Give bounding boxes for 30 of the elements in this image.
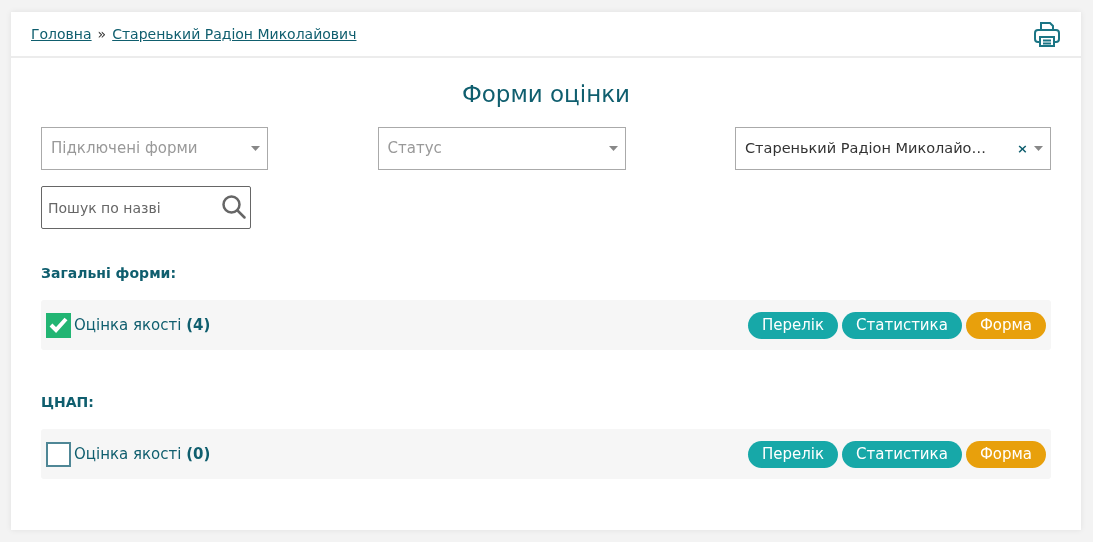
select-placeholder: Підключені форми — [51, 138, 199, 160]
action-button[interactable]: Перелік — [747, 311, 838, 339]
caret-icon — [251, 146, 260, 151]
checkbox[interactable] — [46, 441, 71, 467]
select-placeholder: Статус — [387, 138, 443, 160]
checkmark-icon — [49, 317, 68, 333]
breadcrumb-separator: » — [97, 24, 107, 44]
section-heading: Загальні форми: — [41, 264, 177, 283]
printer-icon[interactable] — [1033, 20, 1061, 48]
action-button[interactable]: Форма — [965, 311, 1046, 339]
action-button[interactable]: Форма — [965, 440, 1046, 468]
action-button[interactable]: Статистика — [842, 311, 962, 339]
clear-icon[interactable]: × — [1017, 138, 1028, 159]
breadcrumb-link[interactable]: Старенький Радіон Миколайович — [112, 23, 357, 45]
page-title: Форми оцінки — [460, 80, 632, 109]
form-label: Оцінка якості (4) — [74, 314, 211, 336]
search-field[interactable]: Пошук по назві — [41, 186, 251, 229]
select-field[interactable]: Підключені форми — [41, 127, 268, 170]
action-button[interactable]: Перелік — [747, 440, 838, 468]
section-heading: ЦНАП: — [41, 393, 95, 412]
select-value: Старенький Радіон Миколайо… — [745, 138, 987, 158]
caret-icon — [1034, 146, 1043, 151]
select-field[interactable]: Старенький Радіон Миколайо… × — [735, 127, 1051, 170]
checkbox[interactable] — [46, 312, 71, 338]
action-button[interactable]: Статистика — [842, 440, 962, 468]
form-label: Оцінка якості (0) — [74, 443, 211, 465]
breadcrumb-link[interactable]: Головна — [31, 23, 92, 45]
caret-icon — [608, 146, 618, 151]
select-field[interactable]: Статус — [377, 127, 626, 170]
search-icon[interactable] — [221, 194, 247, 220]
